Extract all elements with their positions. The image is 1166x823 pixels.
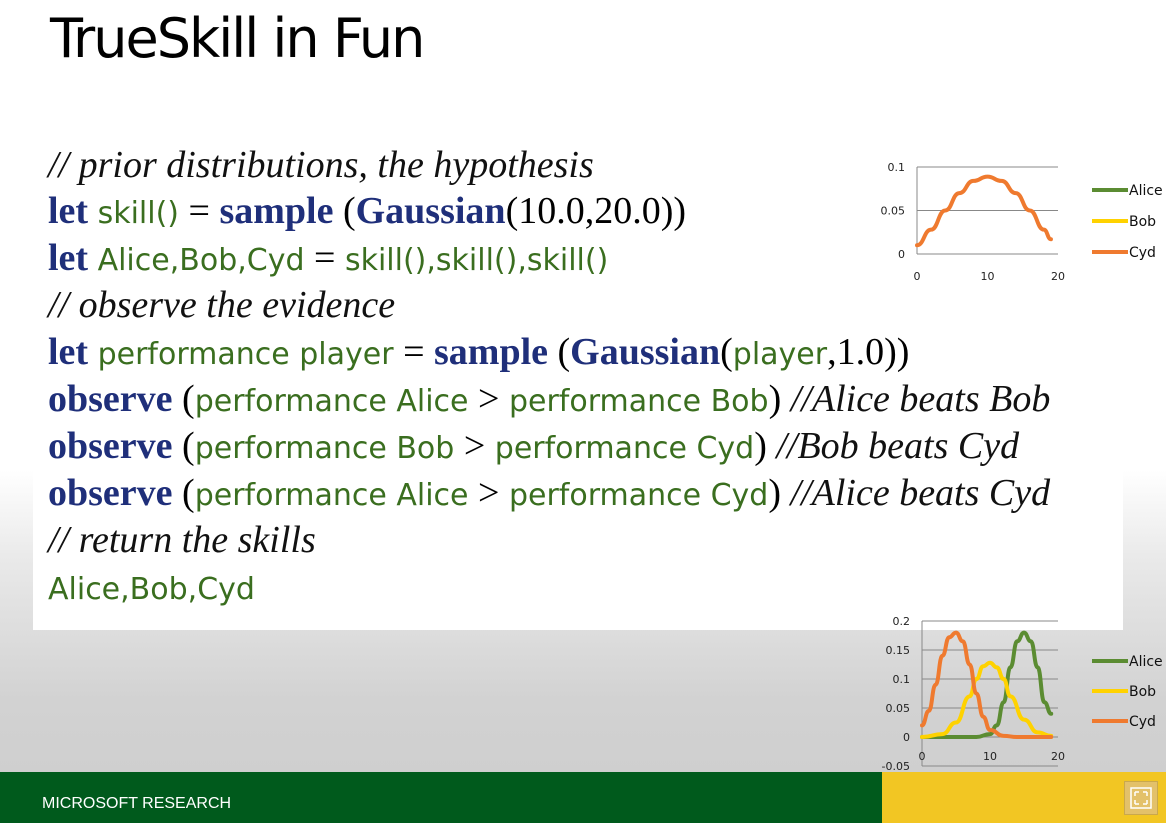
code-comment: //Bob beats Cyd	[776, 425, 1020, 467]
keyword: let	[48, 331, 89, 373]
footer-bar: MICROSOFT RESEARCH	[0, 772, 882, 823]
y-tick-label: 0.1	[893, 673, 911, 686]
identifier: performance Cyd	[508, 478, 769, 513]
identifier: player	[732, 337, 828, 372]
footer-label: MICROSOFT RESEARCH	[42, 795, 232, 812]
y-tick-label: 0	[898, 248, 905, 261]
keyword: Gaussian	[355, 190, 506, 232]
argument-text: ,1.0))	[827, 331, 910, 373]
posterior-chart-svg: -0.0500.050.10.150.20 10 20AliceBobCyd	[882, 615, 1163, 773]
x-tick-label: 10	[983, 750, 997, 763]
expand-button[interactable]	[1124, 781, 1158, 815]
y-tick-label: 0	[903, 731, 910, 744]
keyword: let	[48, 237, 89, 279]
operator: =	[393, 331, 434, 373]
code-line-10: Alice,Bob,Cyd	[48, 564, 255, 613]
y-tick-label: 0.05	[886, 702, 911, 715]
code-comment: // prior distributions, the hypothesis	[48, 144, 594, 186]
legend-label-cyd: Cyd	[1129, 245, 1156, 261]
x-tick-label: 0	[919, 750, 926, 763]
identifier: skill(),skill(),skill()	[344, 243, 609, 278]
identifier: performance Alice	[194, 478, 469, 513]
identifier: Alice,Bob,Cyd	[48, 572, 255, 607]
punctuation: )	[768, 472, 791, 514]
code-line-2: let skill() = sample (Gaussian(10.0,20.0…	[48, 188, 686, 237]
operator: >	[454, 425, 495, 467]
y-tick-label: 0.15	[886, 644, 911, 657]
code-line-4: // observe the evidence	[48, 282, 395, 328]
keyword: sample	[434, 331, 548, 373]
code-line-7: observe (performance Bob > performance C…	[48, 423, 1019, 472]
keyword: sample	[219, 190, 334, 232]
legend-label-alice: Alice	[1129, 654, 1163, 670]
legend-label-cyd: Cyd	[1129, 714, 1156, 730]
identifier: Alice,Bob,Cyd	[97, 243, 305, 278]
slide-title: TrueSkill in Fun	[50, 7, 425, 70]
operator: >	[468, 378, 509, 420]
expand-icon	[1130, 787, 1152, 809]
legend-label-alice: Alice	[1129, 183, 1163, 199]
legend-label-bob: Bob	[1129, 214, 1156, 230]
argument-text: (10.0,20.0))	[505, 190, 687, 232]
prior-chart-svg: 0 0.05 0.1 0 10 20 Alice Bob Cyd	[881, 161, 1163, 283]
code-line-5: let performance player = sample (Gaussia…	[48, 329, 909, 378]
x-tick-label: 0	[914, 270, 921, 283]
punctuation: )	[768, 378, 791, 420]
posterior-chart: -0.05 0 0.05 0.1 0.15 0.2 0 10 20 Alice Bob Cyd	[860, 606, 1166, 779]
identifier: performance player	[97, 337, 394, 372]
prior-chart: 0 0.05 0.1 0 10 20 Alice Bob Cyd	[860, 150, 1166, 295]
operator: =	[179, 190, 220, 232]
code-comment: // observe the evidence	[48, 284, 396, 326]
keyword: observe	[48, 472, 173, 514]
punctuation: (	[720, 331, 733, 373]
operator: =	[304, 237, 345, 279]
identifier: performance Cyd	[494, 431, 755, 466]
punctuation: )	[754, 425, 777, 467]
punctuation: (	[548, 331, 571, 373]
y-tick-label: 0.1	[888, 161, 906, 174]
keyword: Gaussian	[570, 331, 721, 373]
punctuation: (	[333, 190, 356, 232]
punctuation: (	[172, 378, 195, 420]
keyword: let	[48, 190, 89, 232]
code-line-3: let Alice,Bob,Cyd = skill(),skill(),skil…	[48, 235, 608, 284]
code-comment: //Alice beats Cyd	[790, 472, 1051, 514]
x-tick-label: 20	[1051, 750, 1065, 763]
identifier: performance Alice	[194, 384, 469, 419]
x-tick-label: 10	[981, 270, 995, 283]
code-comment: //Alice beats Bob	[790, 378, 1051, 420]
punctuation: (	[172, 425, 195, 467]
x-tick-label: 20	[1051, 270, 1065, 283]
operator: >	[468, 472, 509, 514]
code-comment: // return the skills	[48, 519, 316, 561]
code-line-8: observe (performance Alice > performance…	[48, 470, 1050, 519]
identifier: performance Bob	[508, 384, 769, 419]
punctuation: (	[172, 472, 195, 514]
y-tick-label: 0.05	[881, 205, 906, 218]
legend-label-bob: Bob	[1129, 684, 1156, 700]
identifier: skill()	[97, 196, 179, 231]
code-line-6: observe (performance Alice > performance…	[48, 376, 1050, 425]
keyword: observe	[48, 425, 173, 467]
identifier: performance Bob	[194, 431, 455, 466]
y-tick-label: 0.2	[893, 615, 911, 628]
code-line-1: // prior distributions, the hypothesis	[48, 142, 594, 188]
keyword: observe	[48, 378, 173, 420]
code-line-9: // return the skills	[48, 517, 316, 563]
